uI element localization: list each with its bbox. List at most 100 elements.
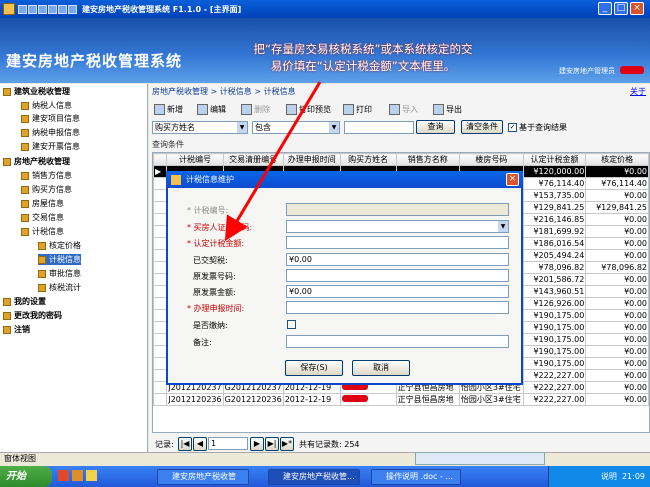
save-icon[interactable] bbox=[18, 4, 27, 14]
chart-icon bbox=[38, 283, 46, 292]
import-button[interactable]: 导入 bbox=[389, 101, 418, 117]
prev-page-button[interactable]: ◀ bbox=[193, 437, 207, 451]
assessed-price-cell: ¥0.00 bbox=[585, 213, 649, 226]
sidebar-item-seller[interactable]: 销售方信息 bbox=[21, 170, 72, 181]
print-button[interactable]: 打印 bbox=[343, 101, 372, 117]
buyer-id-select[interactable]: ▼ bbox=[286, 220, 509, 233]
print-icon bbox=[343, 103, 354, 115]
original-invoice-amount-input[interactable]: ¥0.00 bbox=[286, 285, 509, 298]
ime-toolbar[interactable] bbox=[415, 452, 545, 465]
sidebar-item-my-settings[interactable]: 我的设置 bbox=[3, 296, 46, 307]
print-preview-button[interactable]: 打印预览 bbox=[286, 101, 331, 117]
copy-icon[interactable] bbox=[38, 4, 47, 14]
edit-button[interactable]: 编辑 bbox=[197, 101, 226, 117]
clock: 21:09 bbox=[621, 472, 645, 481]
about-link[interactable]: 关于 bbox=[630, 86, 646, 97]
query-operator-select[interactable]: 包含 ▼ bbox=[252, 121, 340, 134]
paid-status-label: 是否缴纳: bbox=[193, 321, 228, 330]
new-record-nav-button[interactable]: ▶* bbox=[280, 437, 294, 451]
query-value-input[interactable] bbox=[344, 121, 414, 134]
next-page-button[interactable]: ▶ bbox=[250, 437, 264, 451]
column-header[interactable]: 购买方姓名 bbox=[339, 153, 397, 166]
column-header[interactable]: 交易清册编号 bbox=[222, 153, 284, 166]
sidebar-item-taxinfo[interactable]: 计税信息 bbox=[38, 254, 81, 265]
sidebar-item-declaration[interactable]: 纳税申报信息 bbox=[21, 127, 80, 138]
undo-icon[interactable] bbox=[68, 4, 77, 14]
cut-icon[interactable] bbox=[28, 4, 37, 14]
delete-button[interactable]: 删除 bbox=[241, 101, 270, 117]
chevron-down-icon: ▼ bbox=[498, 221, 508, 232]
sidebar-item-assessed-price[interactable]: 核定价格 bbox=[38, 240, 81, 251]
paid-status-checkbox[interactable] bbox=[287, 320, 296, 329]
remarks-label: 备注: bbox=[193, 338, 212, 347]
sidebar-item-trade[interactable]: 交易信息 bbox=[21, 212, 64, 223]
column-header[interactable]: 核定价格 bbox=[585, 153, 649, 166]
quicklaunch-icon[interactable] bbox=[58, 470, 69, 481]
assessed-price-cell: ¥129,841.25 bbox=[585, 201, 649, 214]
tax-amount-cell: ¥143,960.51 bbox=[522, 285, 587, 298]
column-header[interactable]: 楼房号码 bbox=[458, 153, 524, 166]
new-icon bbox=[154, 103, 165, 115]
new-button[interactable]: 新增 bbox=[154, 101, 183, 117]
app-title: 建安房地产税收管理系统 bbox=[6, 52, 183, 70]
house-cell: 怡园小区3#住宅 bbox=[458, 393, 524, 406]
declaration-time-input[interactable] bbox=[286, 301, 509, 314]
star-icon bbox=[38, 255, 46, 264]
tax-amount-cell: ¥153,735.00 bbox=[522, 189, 587, 202]
sidebar-item-approval[interactable]: 审批信息 bbox=[38, 268, 81, 279]
sidebar-item-change-password[interactable]: 更改我的密码 bbox=[3, 310, 62, 321]
window-titlebar: 建安房地产税收管理系统 F1.1.0 - [主界面] bbox=[0, 0, 650, 18]
taskbar-item-active[interactable]: 建安房地产税收管... bbox=[268, 469, 360, 485]
original-invoice-no-input[interactable] bbox=[286, 269, 509, 282]
assessed-price-cell: ¥78,096.82 bbox=[585, 261, 649, 274]
column-header[interactable]: 销售方名称 bbox=[395, 153, 460, 166]
taskbar-item[interactable]: 操作说明 .doc - ... bbox=[371, 469, 461, 485]
sidebar-item-taxinfo-group[interactable]: 计税信息 bbox=[21, 226, 64, 237]
person-icon bbox=[21, 101, 29, 110]
assessed-tax-amount-input[interactable] bbox=[286, 236, 509, 249]
table-row[interactable]: J2012120236 G2012120236 2012-12-19 正宁县恒昌房地怡… bbox=[153, 393, 649, 406]
sidebar-item-construction[interactable]: 建筑业税收管理 bbox=[3, 86, 70, 97]
user-info: 建安房地产管理员 bbox=[559, 67, 615, 75]
quicklaunch-icon[interactable] bbox=[86, 470, 97, 481]
export-button[interactable]: 导出 bbox=[433, 101, 462, 117]
sidebar-item-invoice[interactable]: 建安开票信息 bbox=[21, 141, 80, 152]
sidebar-item-buyer[interactable]: 购买方信息 bbox=[21, 184, 72, 195]
original-invoice-no-label: 原发票号码: bbox=[193, 272, 236, 281]
start-button[interactable]: 开始 bbox=[0, 466, 52, 487]
first-page-button[interactable]: |◀ bbox=[178, 437, 192, 451]
clear-conditions-button[interactable]: 清空条件 bbox=[461, 120, 503, 134]
column-header[interactable]: 计税编号 bbox=[166, 153, 224, 166]
page-input[interactable]: 1 bbox=[208, 437, 248, 450]
tax-id-label: * 计税编号: bbox=[187, 206, 229, 215]
assessed-price-cell: ¥0.00 bbox=[585, 321, 649, 334]
assessed-tax-amount-label: * 认定计税金额: bbox=[187, 239, 245, 248]
document-icon bbox=[21, 114, 29, 123]
print-icon[interactable] bbox=[58, 4, 67, 14]
last-page-button[interactable]: ▶| bbox=[265, 437, 279, 451]
sidebar-item-logout[interactable]: 注销 bbox=[3, 324, 30, 335]
quicklaunch-icon[interactable] bbox=[72, 470, 83, 481]
sidebar-item-tax-flow[interactable]: 核税流计 bbox=[38, 282, 81, 293]
taskbar-item[interactable]: 建安房地产税收管 bbox=[157, 469, 249, 485]
query-button[interactable]: 查询 bbox=[416, 120, 455, 134]
remarks-input[interactable] bbox=[286, 335, 509, 348]
sidebar-item-project[interactable]: 建安项目信息 bbox=[21, 113, 80, 124]
cancel-button[interactable]: 取消 bbox=[352, 360, 410, 376]
column-header[interactable]: 认定计税金额 bbox=[522, 153, 587, 166]
based-on-result-checkbox[interactable]: ✓ bbox=[508, 123, 517, 132]
paste-icon[interactable] bbox=[48, 4, 57, 14]
maximize-button[interactable]: □ bbox=[614, 2, 628, 15]
sidebar-item-house[interactable]: 房屋信息 bbox=[21, 198, 64, 209]
query-field-select[interactable]: 购买方姓名 ▼ bbox=[152, 121, 248, 134]
tax-id-input[interactable] bbox=[286, 203, 509, 216]
paid-deed-tax-input[interactable]: ¥0.00 bbox=[286, 253, 509, 266]
minimize-button[interactable]: _ bbox=[598, 2, 612, 15]
sidebar-item-realestate[interactable]: 房地产税收管理 bbox=[3, 156, 70, 167]
column-header[interactable]: 办理申报时间 bbox=[282, 153, 341, 166]
tax-amount-cell: ¥190,175.00 bbox=[522, 333, 587, 346]
dialog-close-button[interactable]: × bbox=[506, 173, 519, 186]
close-button[interactable]: × bbox=[630, 2, 644, 15]
save-button[interactable]: 保存(S) bbox=[285, 360, 343, 376]
sidebar-item-taxpayer[interactable]: 纳税人信息 bbox=[21, 100, 72, 111]
